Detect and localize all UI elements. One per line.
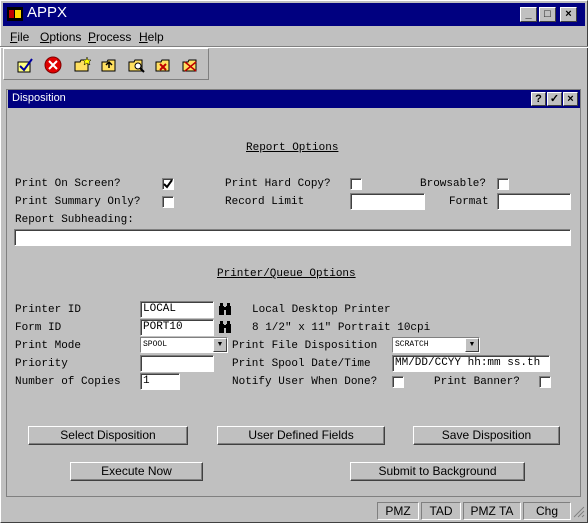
resize-grip-icon[interactable] xyxy=(573,506,585,518)
print-on-screen-label: Print On Screen? xyxy=(15,178,121,190)
select-disposition-button[interactable]: Select Disposition xyxy=(28,426,188,445)
priority-label: Priority xyxy=(15,358,68,370)
notify-user-checkbox[interactable] xyxy=(392,376,404,388)
dialog-title-bar[interactable]: Disposition ? ✓ × xyxy=(8,90,580,108)
file-disposition-value: SCRATCH xyxy=(395,340,429,349)
dialog-title: Disposition xyxy=(12,92,66,104)
file-disposition-label: Print File Disposition xyxy=(232,340,378,352)
print-hard-copy-label: Print Hard Copy? xyxy=(225,178,331,190)
menu-bar: File Options Process Help xyxy=(3,28,585,46)
browsable-label: Browsable? xyxy=(420,178,487,190)
form-id-input[interactable]: PORT10 xyxy=(140,319,214,336)
window-title: APPX xyxy=(27,4,68,21)
ok-button[interactable]: ✓ xyxy=(547,92,562,106)
cancel-icon[interactable] xyxy=(44,56,62,74)
appx-logo-icon xyxy=(7,7,23,21)
format-label: Format xyxy=(449,196,489,208)
record-limit-label: Record Limit xyxy=(225,196,305,208)
status-cell-chg: Chg xyxy=(523,502,571,520)
print-banner-checkbox[interactable] xyxy=(539,376,551,388)
report-subheading-label: Report Subheading: xyxy=(15,214,134,226)
confirm-icon[interactable] xyxy=(16,56,34,74)
toolbar xyxy=(3,48,209,80)
print-hard-copy-checkbox[interactable] xyxy=(350,178,362,190)
menu-help[interactable]: Help xyxy=(139,30,164,44)
printer-id-input[interactable]: LOCAL xyxy=(140,301,214,318)
notify-user-label: Notify User When Done? xyxy=(232,376,378,388)
status-cell-pmz: PMZ xyxy=(377,502,419,520)
print-mode-label: Print Mode xyxy=(15,340,82,352)
folder-search-icon[interactable] xyxy=(128,56,146,74)
status-bar: PMZ TAD PMZ TA Chg xyxy=(3,500,585,520)
chevron-down-icon: ▼ xyxy=(213,338,227,352)
title-bar[interactable]: APPX _ □ × xyxy=(3,3,585,26)
printer-options-heading: Printer/Queue Options xyxy=(217,268,356,280)
folder-x-icon[interactable] xyxy=(155,56,173,74)
binoculars-icon[interactable] xyxy=(218,302,232,316)
print-mode-select[interactable]: SPOOL ▼ xyxy=(140,337,228,353)
menu-process[interactable]: Process xyxy=(88,30,131,44)
file-disposition-select[interactable]: SCRATCH ▼ xyxy=(392,337,480,353)
submit-to-background-button[interactable]: Submit to Background xyxy=(350,462,525,481)
spool-date-label: Print Spool Date/Time xyxy=(232,358,371,370)
print-banner-label: Print Banner? xyxy=(434,376,520,388)
form-id-label: Form ID xyxy=(15,322,62,334)
report-subheading-input[interactable] xyxy=(14,229,571,246)
save-disposition-button[interactable]: Save Disposition xyxy=(413,426,560,445)
folder-check-icon[interactable] xyxy=(182,56,200,74)
browsable-checkbox[interactable] xyxy=(497,178,509,190)
chevron-down-icon: ▼ xyxy=(465,338,479,352)
minimize-button[interactable]: _ xyxy=(520,7,537,22)
print-summary-checkbox[interactable] xyxy=(162,196,174,208)
help-button[interactable]: ? xyxy=(531,92,546,106)
print-summary-label: Print Summary Only? xyxy=(15,196,141,208)
user-defined-fields-button[interactable]: User Defined Fields xyxy=(217,426,385,445)
checkmark-icon xyxy=(163,179,173,189)
status-cell-pmzta: PMZ TA xyxy=(463,502,521,520)
maximize-button[interactable]: □ xyxy=(539,7,556,22)
format-input[interactable] xyxy=(497,193,571,210)
status-cell-tad: TAD xyxy=(421,502,461,520)
execute-now-button[interactable]: Execute Now xyxy=(70,462,203,481)
copies-input[interactable]: 1 xyxy=(140,373,180,390)
dialog-close-button[interactable]: × xyxy=(563,92,578,106)
report-options-heading: Report Options xyxy=(246,142,339,154)
spool-date-input[interactable]: MM/DD/CCYY hh:mm ss.th xyxy=(392,355,550,372)
folder-star-icon[interactable] xyxy=(74,56,92,74)
form-description: 8 1/2" x 11" Portrait 10cpi xyxy=(252,322,431,334)
printer-description: Local Desktop Printer xyxy=(252,304,391,316)
copies-label: Number of Copies xyxy=(15,376,121,388)
menu-file[interactable]: File xyxy=(10,30,29,44)
print-mode-value: SPOOL xyxy=(143,340,168,349)
folder-up-icon[interactable] xyxy=(101,56,119,74)
binoculars-icon[interactable] xyxy=(218,320,232,334)
close-button[interactable]: × xyxy=(560,7,577,22)
record-limit-input[interactable] xyxy=(350,193,425,210)
print-on-screen-checkbox[interactable] xyxy=(162,178,174,190)
priority-input[interactable] xyxy=(140,355,214,372)
printer-id-label: Printer ID xyxy=(15,304,82,316)
menu-options[interactable]: Options xyxy=(40,30,81,44)
